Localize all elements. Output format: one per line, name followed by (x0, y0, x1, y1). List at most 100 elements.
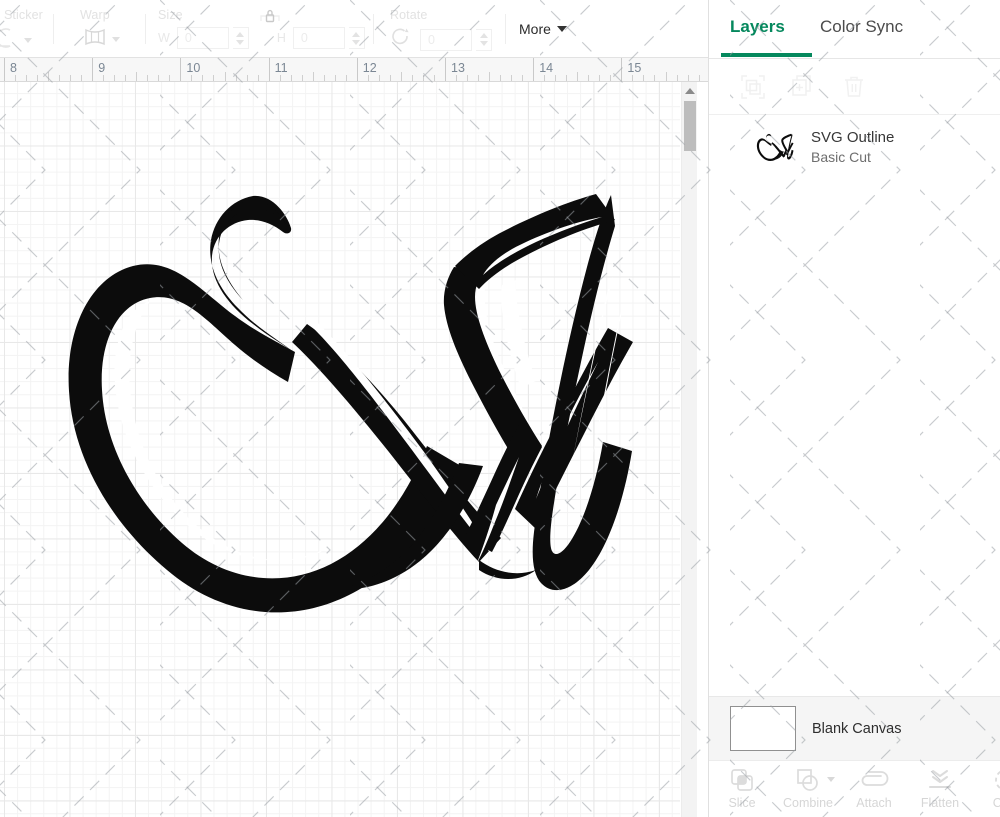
delete-icon[interactable] (840, 73, 868, 101)
design-canvas[interactable] (0, 82, 680, 817)
ruler-mark-label: 9 (98, 61, 106, 75)
rotate-tool-group: Rotate 0 (390, 0, 500, 57)
ruler-mark-label: 15 (627, 61, 642, 75)
height-stepper[interactable] (348, 27, 365, 49)
ruler-tick (136, 72, 138, 81)
ruler-tick (544, 75, 546, 81)
ruler-tick (643, 75, 645, 81)
slice-label: Slice (728, 796, 756, 810)
ruler-tick (301, 75, 303, 81)
rotate-input[interactable]: 0 (420, 28, 472, 51)
ruler-tick (59, 75, 61, 81)
blank-canvas-label: Blank Canvas (812, 720, 902, 737)
group-icon[interactable] (739, 73, 767, 101)
ruler-tick (687, 75, 689, 81)
toolbar-divider (505, 14, 506, 44)
active-tab-indicator (721, 53, 812, 57)
rotate-label: Rotate (390, 8, 428, 22)
ruler-tick (257, 75, 259, 81)
ruler-mark: 15 (621, 58, 641, 81)
ruler-tick (213, 75, 215, 81)
ruler-tick (654, 75, 656, 81)
layer-subtitle: Basic Cut (811, 148, 871, 165)
ruler-tick (345, 75, 347, 81)
blank-canvas-thumbnail (730, 706, 796, 751)
ruler-tick (522, 75, 524, 81)
tab-layers[interactable]: Layers (730, 17, 785, 37)
ruler-tick (158, 75, 160, 81)
ruler-tick (246, 75, 248, 81)
ruler-tick (555, 75, 557, 81)
ruler-mark: 11 (268, 58, 288, 81)
flatten-label: Flatten (920, 796, 960, 810)
warp-icon (82, 27, 108, 52)
height-input[interactable]: 0 (292, 27, 345, 49)
height-value: 0 (300, 31, 308, 45)
ruler-mark-label: 8 (10, 61, 17, 75)
chevron-down-icon[interactable] (112, 37, 120, 42)
more-label: More (519, 21, 551, 37)
ruler-tick (15, 75, 17, 81)
attach-button[interactable]: Attach (841, 761, 907, 817)
ruler-tick (147, 75, 149, 81)
ruler-tick (70, 75, 72, 81)
sticker-tool-group[interactable]: Sticker (0, 0, 74, 57)
blank-canvas-row[interactable]: Blank Canvas (709, 696, 1000, 760)
ruler-mark: 8 (4, 58, 17, 81)
rotate-stepper[interactable] (476, 28, 492, 51)
ruler-tick (511, 75, 513, 81)
ruler-tick (125, 75, 127, 81)
ruler-tick (312, 72, 314, 81)
ruler-tick (378, 75, 380, 81)
ruler-tick (48, 72, 50, 81)
ruler-mark: 12 (356, 58, 377, 81)
ruler-tick (456, 75, 458, 81)
warp-tool-group[interactable]: Warp (80, 0, 140, 57)
ruler-tick (400, 72, 402, 81)
ruler-mark-label: 10 (186, 61, 201, 75)
layer-list: SVG Outline Basic Cut (709, 116, 1000, 696)
rotate-icon[interactable] (390, 27, 412, 52)
warp-label: Warp (80, 8, 110, 22)
more-button[interactable]: More (519, 21, 567, 37)
ruler-mark-label: 11 (274, 61, 288, 75)
scroll-thumb[interactable] (684, 101, 696, 151)
width-input[interactable]: 0 (176, 27, 229, 49)
layer-title: SVG Outline (811, 128, 895, 146)
duplicate-icon[interactable] (789, 73, 817, 101)
aspect-lock-button[interactable] (255, 7, 285, 34)
contour-button[interactable]: Cont (973, 761, 1000, 817)
combine-icon (794, 765, 822, 795)
attach-label: Attach (856, 796, 892, 810)
ruler-tick (103, 75, 105, 81)
width-stepper[interactable] (232, 27, 249, 49)
ruler-tick (290, 75, 292, 81)
chevron-down-icon[interactable] (24, 38, 32, 43)
ruler-tick (235, 75, 237, 81)
ruler-tick (588, 75, 590, 81)
layer-actions-bar (709, 59, 1000, 115)
ruler-tick (169, 75, 171, 81)
lock-closed-icon (260, 9, 280, 23)
scroll-up-button[interactable] (682, 84, 698, 98)
combine-button[interactable]: Combine (775, 761, 841, 817)
chevron-down-icon[interactable] (827, 777, 835, 782)
ruler-tick (610, 75, 612, 81)
contour-label: Cont (993, 796, 1000, 810)
size-tool-group: Size W 0 H 0 (158, 0, 368, 57)
tab-color-sync[interactable]: Color Sync (820, 17, 903, 37)
ruler-tick (37, 75, 39, 81)
canvas-artwork-script-m[interactable] (55, 170, 640, 625)
ruler-mark: 13 (445, 58, 465, 81)
layer-thumbnail (755, 128, 795, 166)
combine-label: Combine (782, 796, 834, 810)
sticker-label: Sticker (4, 8, 43, 22)
ruler-tick (81, 75, 83, 81)
right-panel: Layers Color Sync SVG Outline Basic Cut … (708, 0, 1000, 817)
layer-row-svg-outline[interactable]: SVG Outline Basic Cut (709, 116, 1000, 178)
flatten-button[interactable]: Flatten (907, 761, 973, 817)
ruler-tick (599, 75, 601, 81)
canvas-vertical-scrollbar[interactable] (681, 82, 697, 817)
bottom-tool-bar: Slice Combine Attach Flatten (709, 760, 1000, 817)
slice-button[interactable]: Slice (709, 761, 775, 817)
